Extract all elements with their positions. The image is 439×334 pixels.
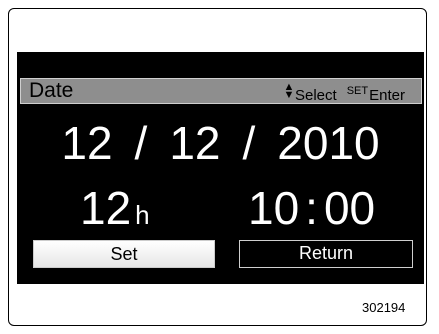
hours-field[interactable]: 10 [248, 182, 299, 234]
month-field[interactable]: 12 [61, 117, 112, 169]
clock-format-unit: h [135, 200, 150, 230]
enter-hint-label: Enter [369, 87, 405, 104]
down-arrow-icon: ▼ [283, 89, 295, 101]
return-button[interactable]: Return [239, 240, 413, 268]
date-display: 12 / 12 / 2010 [17, 117, 424, 169]
year-field[interactable]: 2010 [277, 117, 379, 169]
day-field[interactable]: 12 [169, 117, 220, 169]
up-down-arrows-icon: ▲ ▼ [283, 82, 295, 101]
set-button[interactable]: Set [33, 240, 215, 268]
time-display: 10:00 [248, 182, 375, 234]
clock-format-value: 12 [80, 182, 132, 234]
page-title: Date [29, 79, 74, 102]
date-separator: / [242, 117, 256, 169]
minutes-field[interactable]: 00 [324, 182, 375, 234]
clock-format-field[interactable]: 12 h [80, 182, 150, 241]
figure-number: 302194 [362, 300, 406, 315]
select-hint-label: Select [295, 87, 337, 104]
date-separator: / [134, 117, 148, 169]
time-colon: : [305, 182, 318, 234]
navigation-hint: ▲ ▼ Select SETEnter [283, 79, 405, 105]
set-key-label: SET [346, 85, 369, 97]
